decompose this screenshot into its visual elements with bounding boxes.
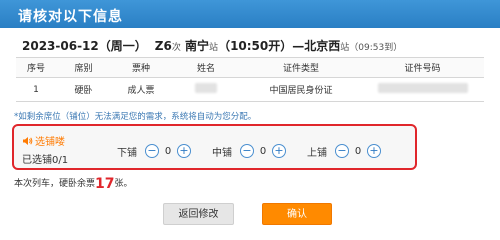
remaining-tickets-note: 本次列车，硬卧余票17张。 <box>14 176 133 192</box>
col-header-id-number: 证件号码 <box>361 57 484 78</box>
remaining-count: 17 <box>95 176 115 192</box>
upper-berth-minus-button[interactable]: − <box>335 144 349 158</box>
train-suffix: 次 <box>171 43 181 53</box>
seat-notice: *如剩余席位（铺位）无法满足您的需求，系统将自动为您分配。 <box>14 112 257 122</box>
from-station: 南宁 <box>185 39 210 53</box>
lower-berth-minus-button[interactable]: − <box>145 144 159 158</box>
lower-berth-plus-button[interactable]: + <box>177 144 191 158</box>
lower-berth-label: 下铺 <box>117 147 137 159</box>
col-header-seat: 席别 <box>56 57 111 78</box>
col-header-index: 序号 <box>16 57 56 78</box>
upper-berth-stepper: 上铺 − 0 + <box>307 143 381 159</box>
berth-selection-header: 选铺喽 <box>22 133 65 148</box>
upper-berth-plus-button[interactable]: + <box>367 144 381 158</box>
speaker-icon <box>23 137 33 145</box>
middle-berth-plus-button[interactable]: + <box>272 144 286 158</box>
upper-berth-count: 0 <box>354 145 362 157</box>
cell-seat: 硬卧 <box>56 77 111 102</box>
from-station-suffix: 站 <box>209 43 219 53</box>
berth-selection-panel: 选铺喽 已选铺0/1 下铺 − 0 + 中铺 − 0 + 上铺 − 0 + <box>12 124 417 170</box>
table-header-row: 序号 席别 票种 姓名 证件类型 证件号码 <box>16 57 484 78</box>
trip-date: 2023-06-12（周一） <box>22 39 147 53</box>
middle-berth-label: 中铺 <box>212 147 232 159</box>
train-number: Z6 <box>154 39 172 53</box>
berth-selection-title: 选铺喽 <box>35 137 65 148</box>
lower-berth-stepper: 下铺 − 0 + <box>117 143 191 159</box>
confirm-button[interactable]: 确认 <box>262 203 332 225</box>
to-station: 北京西 <box>304 39 341 53</box>
cell-ticket: 成人票 <box>111 77 171 102</box>
table-row: 1 硬卧 成人票 中国居民身份证 <box>16 77 484 102</box>
cell-index: 1 <box>16 77 56 102</box>
confirm-dialog: 请核对以下信息 2023-06-12（周一） Z6次 南宁站（10:50开）—北京… <box>0 0 500 235</box>
middle-berth-count: 0 <box>259 145 267 157</box>
col-header-id-type: 证件类型 <box>241 57 361 78</box>
trip-summary: 2023-06-12（周一） Z6次 南宁站（10:50开）—北京西站（09:53… <box>22 37 482 53</box>
middle-berth-minus-button[interactable]: − <box>240 144 254 158</box>
to-station-suffix: 站 <box>340 43 350 53</box>
redacted-id-number <box>377 83 468 93</box>
dialog-title: 请核对以下信息 <box>0 0 500 28</box>
middle-berth-stepper: 中铺 − 0 + <box>212 143 286 159</box>
redacted-name <box>195 83 217 93</box>
upper-berth-label: 上铺 <box>307 147 327 159</box>
cell-id-number-redacted <box>361 77 484 102</box>
lower-berth-count: 0 <box>164 145 172 157</box>
col-header-ticket: 票种 <box>111 57 171 78</box>
cell-id-type: 中国居民身份证 <box>241 77 361 102</box>
back-edit-button[interactable]: 返回修改 <box>163 203 234 225</box>
berth-selected-count: 已选铺0/1 <box>22 155 69 166</box>
remaining-suffix: 张。 <box>114 179 133 189</box>
passenger-table: 序号 席别 票种 姓名 证件类型 证件号码 1 硬卧 成人票 中国居民身份证 <box>16 57 484 102</box>
remaining-prefix: 本次列车，硬卧余票 <box>14 179 96 189</box>
col-header-name: 姓名 <box>171 57 241 78</box>
arrive-time: （09:53到） <box>349 43 403 53</box>
cell-name-redacted <box>171 77 241 102</box>
depart-time: （10:50开）— <box>218 39 305 53</box>
